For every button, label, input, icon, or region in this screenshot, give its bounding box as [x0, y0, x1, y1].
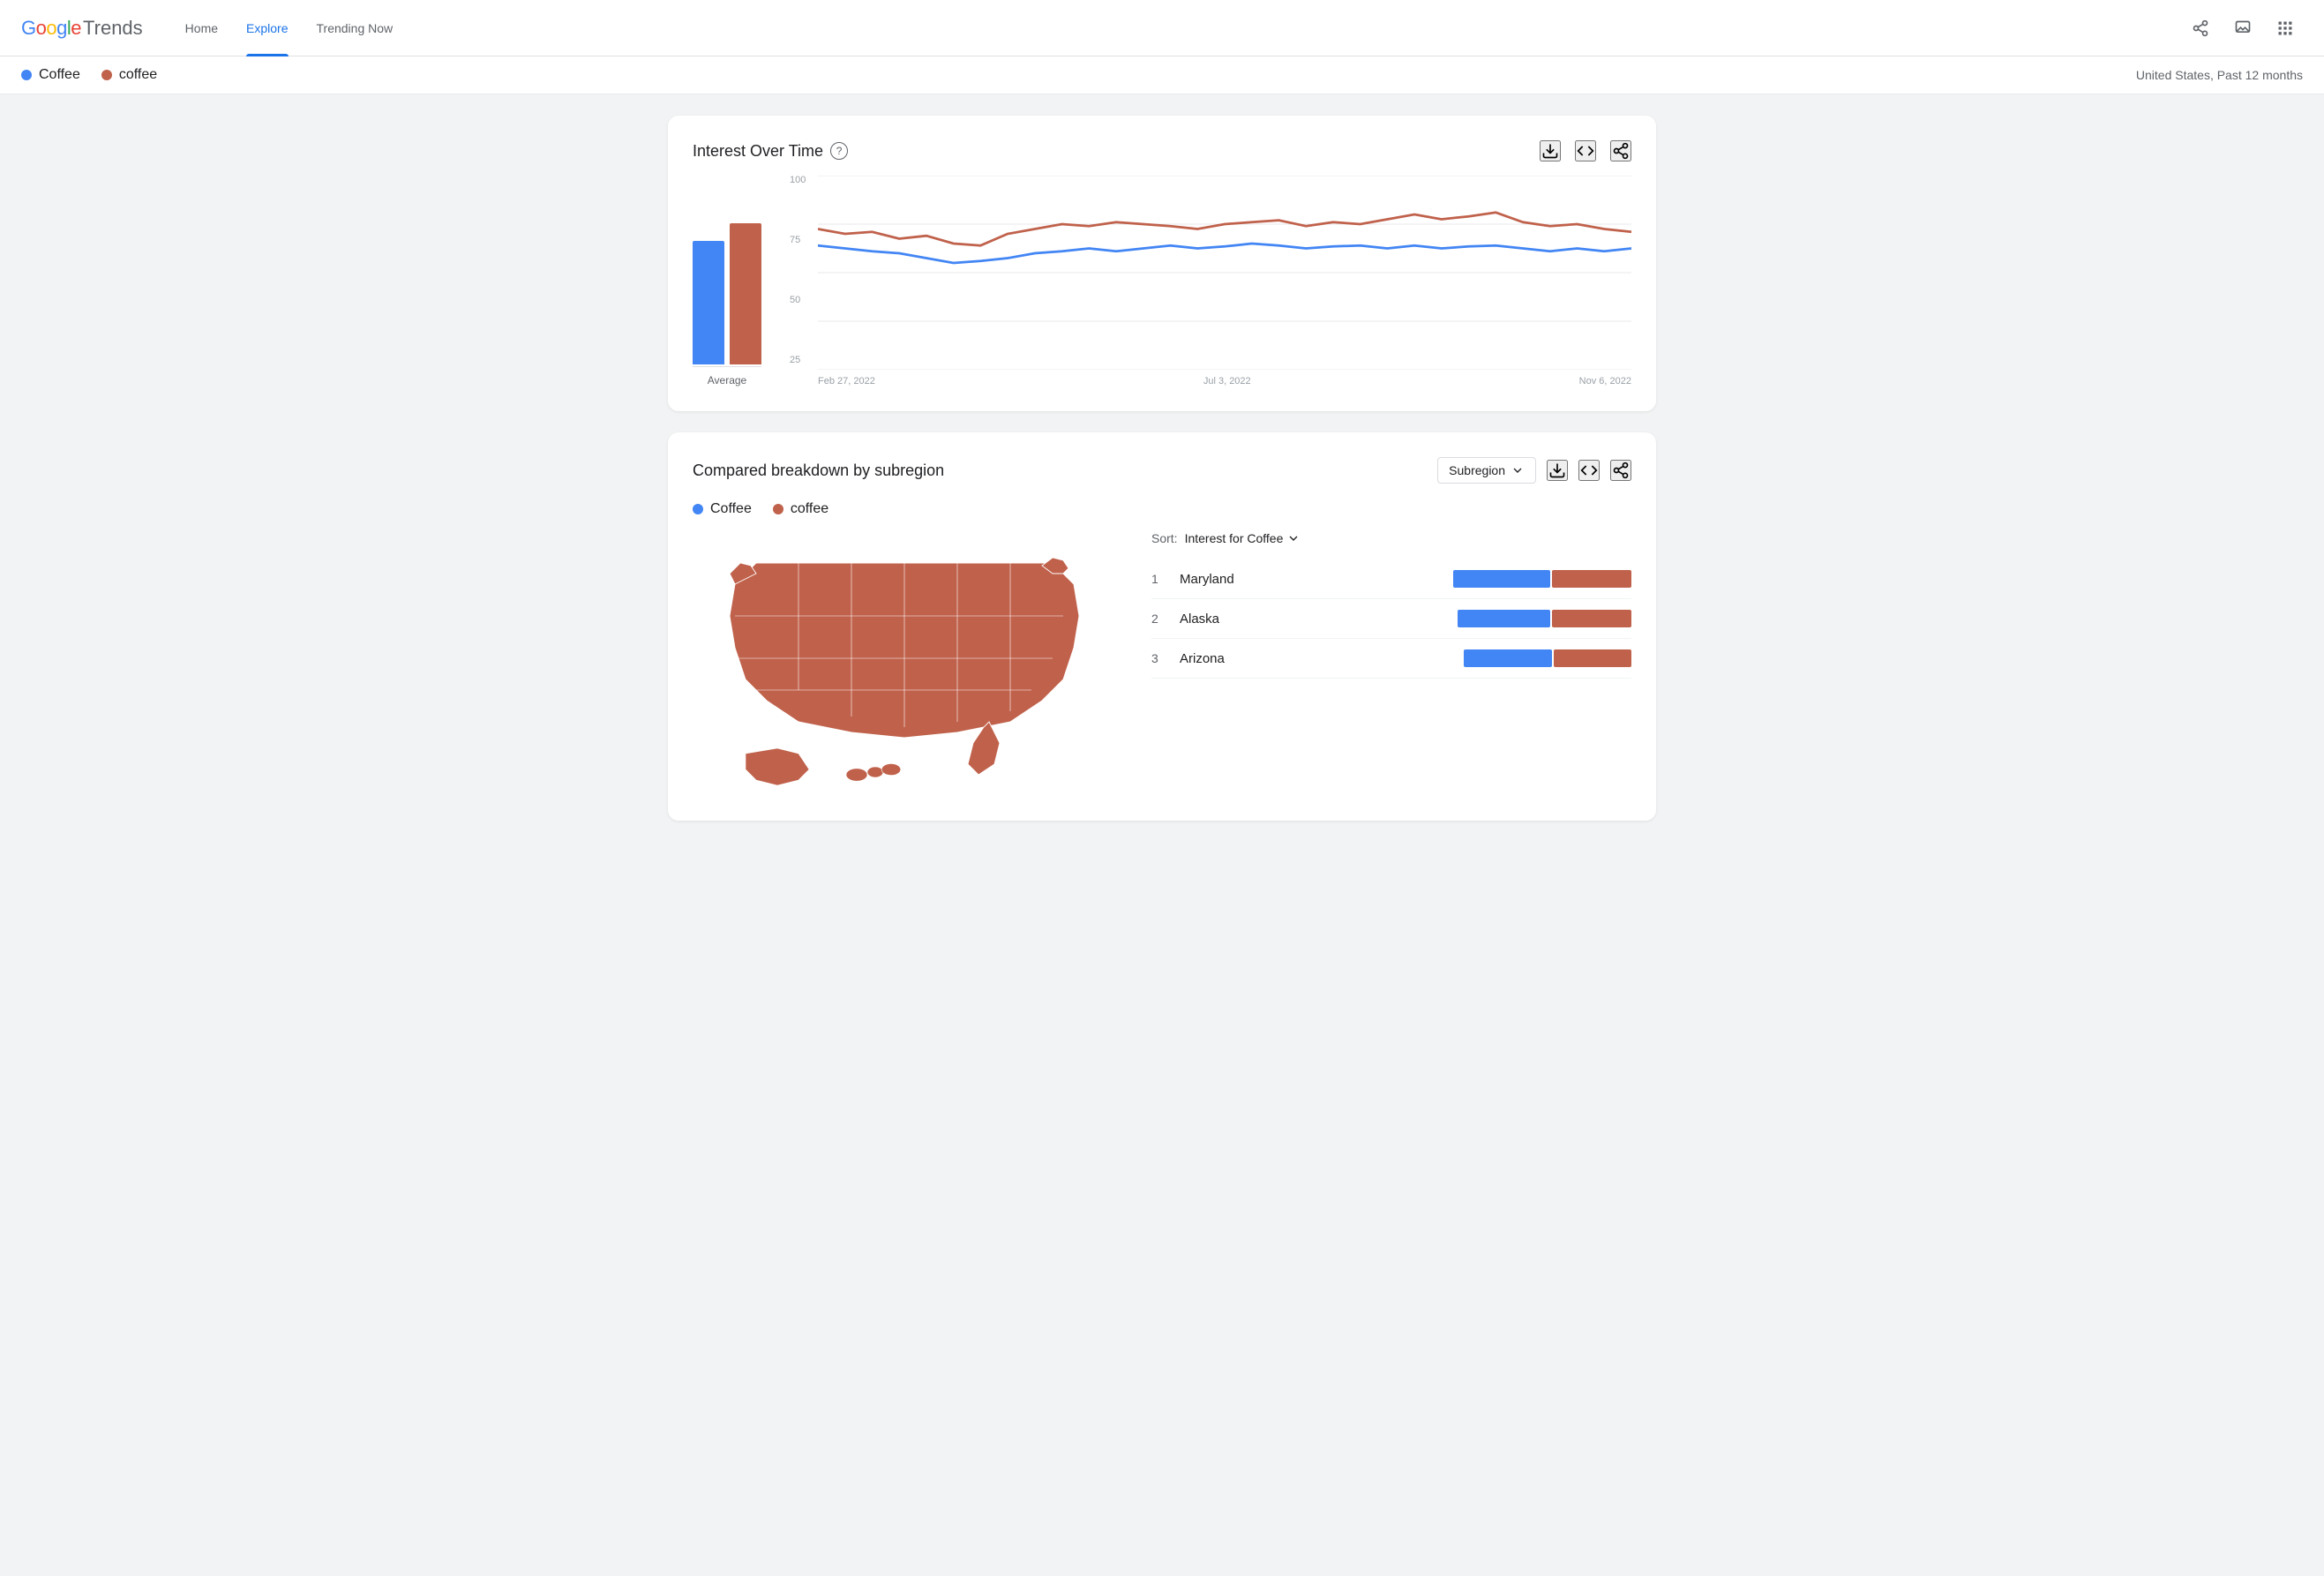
blue-line: [818, 244, 1631, 263]
share-button[interactable]: [2183, 11, 2218, 46]
line-chart-svg: [818, 176, 1631, 370]
term1-dot: [21, 70, 32, 80]
sort-label: Sort:: [1151, 531, 1178, 545]
search-term-1[interactable]: Coffee: [21, 67, 80, 83]
region-bars-1: [1453, 570, 1631, 588]
breakdown-header: Compared breakdown by subregion Subregio…: [693, 457, 1631, 484]
search-bar-row: Coffee coffee United States, Past 12 mon…: [0, 56, 2324, 94]
region-bars-3: [1464, 649, 1631, 667]
apps-button[interactable]: [2268, 11, 2303, 46]
breakdown-embed-button[interactable]: [1578, 460, 1600, 481]
nav-trending[interactable]: Trending Now: [303, 0, 408, 56]
region-item-1[interactable]: 1 Maryland: [1151, 559, 1631, 599]
legend-dot-1: [693, 504, 703, 514]
region-name-1: Maryland: [1180, 572, 1453, 587]
term2-dot: [101, 70, 112, 80]
help-icon[interactable]: ?: [830, 142, 848, 160]
sort-chevron-icon: [1286, 531, 1301, 545]
region-bar-blue-2: [1458, 610, 1550, 627]
map-area: [693, 531, 1116, 796]
embed-button[interactable]: [1575, 140, 1596, 161]
interest-over-time-title: Interest Over Time: [693, 142, 823, 161]
region-list: Sort: Interest for Coffee 1 Maryland: [1151, 531, 1631, 796]
breakdown-title: Compared breakdown by subregion: [693, 462, 944, 480]
region-name-3: Arizona: [1180, 651, 1464, 666]
x-label-1: Feb 27, 2022: [818, 376, 875, 386]
download-button[interactable]: [1540, 140, 1561, 161]
x-label-2: Jul 3, 2022: [1203, 376, 1251, 386]
avg-bar-coffee2: [730, 223, 761, 364]
card-header: Interest Over Time ?: [693, 140, 1631, 161]
search-terms: Coffee coffee: [21, 67, 157, 83]
header-actions: [2183, 11, 2303, 46]
card-title: Interest Over Time ?: [693, 142, 848, 161]
breakdown-title-text: Compared breakdown by subregion: [693, 462, 944, 480]
legend-term2: coffee: [773, 501, 828, 517]
red-line: [818, 213, 1631, 245]
region-item-2[interactable]: 2 Alaska: [1151, 599, 1631, 639]
average-bars: Average: [693, 206, 761, 386]
term2-label: coffee: [119, 67, 157, 83]
share-chart-button[interactable]: [1610, 140, 1631, 161]
line-chart: 100 75 50 25: [790, 176, 1631, 386]
breakdown-content: Sort: Interest for Coffee 1 Maryland: [693, 531, 1631, 796]
avg-label: Average: [708, 374, 746, 386]
usa-map-svg: [693, 531, 1116, 796]
header: Google Trends Home Explore Trending Now: [0, 0, 2324, 56]
region-rank-2: 2: [1151, 612, 1180, 626]
y-label-75: 75: [790, 236, 814, 245]
google-trends-logo[interactable]: Google Trends: [21, 17, 143, 40]
x-axis-labels: Feb 27, 2022 Jul 3, 2022 Nov 6, 2022: [818, 376, 1631, 386]
nav-home[interactable]: Home: [171, 0, 232, 56]
chevron-down-icon: [1511, 463, 1525, 477]
region-bar-blue-3: [1464, 649, 1552, 667]
breakdown-share-button[interactable]: [1610, 460, 1631, 481]
y-label-100: 100: [790, 176, 814, 185]
y-label-25: 25: [790, 356, 814, 365]
x-label-3: Nov 6, 2022: [1579, 376, 1631, 386]
breakdown-legend: Coffee coffee: [693, 501, 1631, 517]
legend-label-1: Coffee: [710, 501, 752, 517]
region-bar-red-2: [1552, 610, 1631, 627]
interest-over-time-card: Interest Over Time ?: [668, 116, 1656, 411]
y-label-50: 50: [790, 296, 814, 305]
region-bars-2: [1458, 610, 1631, 627]
avg-bar-group: [693, 206, 761, 364]
breakdown-download-button[interactable]: [1547, 460, 1568, 481]
region-name-2: Alaska: [1180, 612, 1458, 627]
region-bar-red-3: [1554, 649, 1631, 667]
legend-dot-2: [773, 504, 783, 514]
sort-dropdown[interactable]: Interest for Coffee: [1185, 531, 1301, 545]
region-bar-red-1: [1552, 570, 1631, 588]
legend-term1: Coffee: [693, 501, 752, 517]
search-term-2[interactable]: coffee: [101, 67, 157, 83]
feedback-button[interactable]: [2225, 11, 2260, 46]
breakdown-card: Compared breakdown by subregion Subregio…: [668, 432, 1656, 821]
region-item-3[interactable]: 3 Arizona: [1151, 639, 1631, 679]
main-nav: Home Explore Trending Now: [171, 0, 2183, 56]
subregion-dropdown[interactable]: Subregion: [1437, 457, 1536, 484]
region-rank-3: 3: [1151, 651, 1180, 665]
card-actions: [1540, 140, 1631, 161]
term1-label: Coffee: [39, 67, 80, 83]
logo-text: Google: [21, 17, 81, 40]
region-rank-1: 1: [1151, 572, 1180, 586]
avg-bar-coffee1: [693, 241, 724, 364]
breakdown-controls: Subregion: [1437, 457, 1631, 484]
region-bar-blue-1: [1453, 570, 1550, 588]
trends-label: Trends: [83, 17, 143, 40]
nav-explore[interactable]: Explore: [232, 0, 302, 56]
legend-label-2: coffee: [791, 501, 828, 517]
chart-container: Average 100 75 50 25: [693, 176, 1631, 386]
main-content: Interest Over Time ?: [633, 94, 1691, 863]
location-time: United States, Past 12 months: [2136, 68, 2303, 82]
sort-row: Sort: Interest for Coffee: [1151, 531, 1631, 545]
